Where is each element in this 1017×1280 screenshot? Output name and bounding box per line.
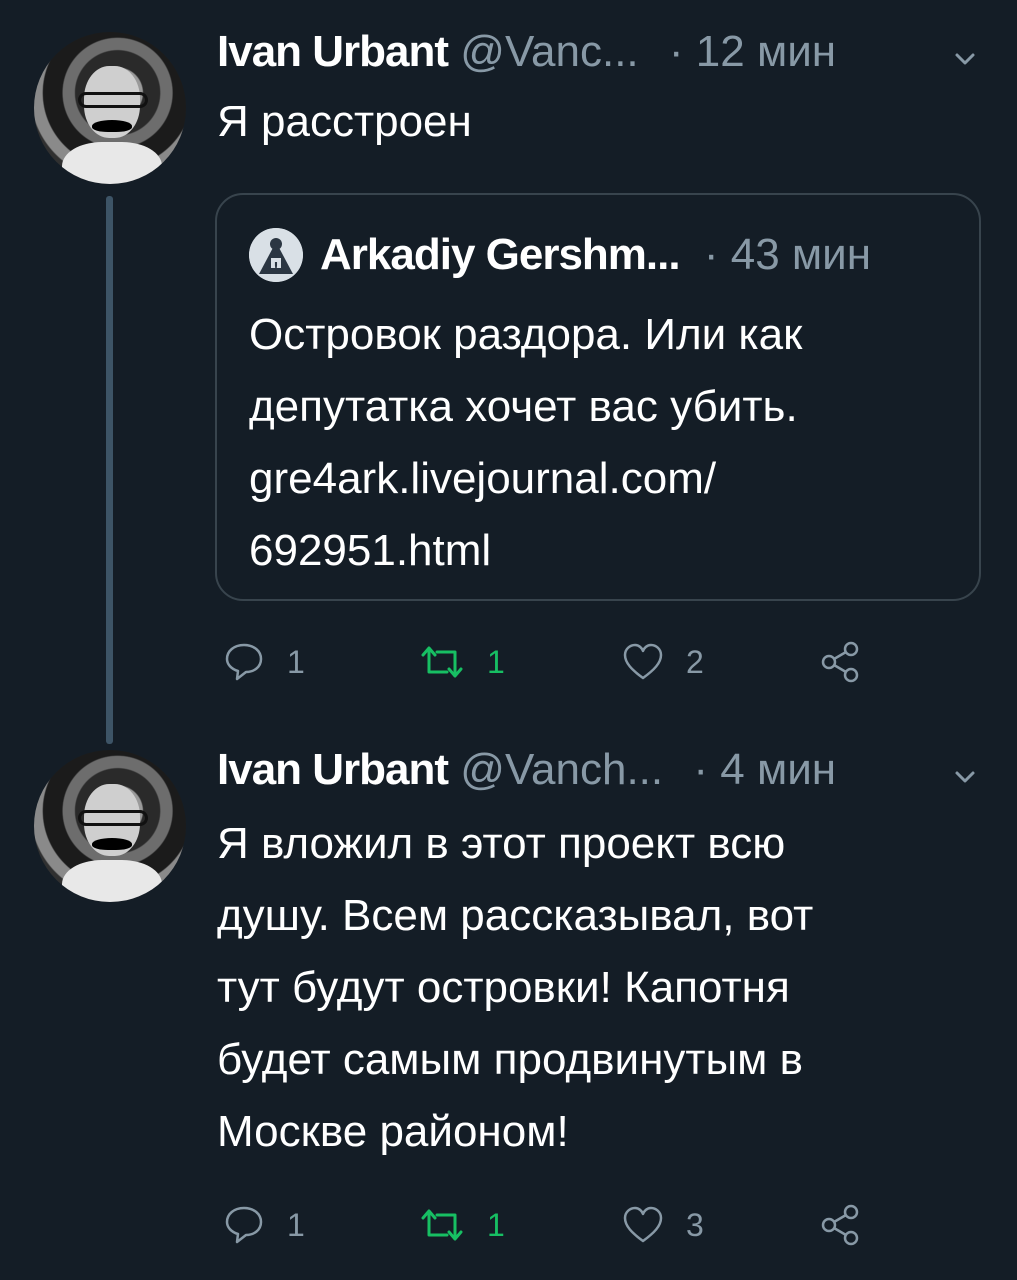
tweet-text: Я расстроен — [217, 97, 472, 146]
reply-icon — [225, 643, 263, 681]
author-handle[interactable]: @Vanch... — [460, 745, 663, 794]
quoted-author-name: Arkadiy Gershm... — [320, 230, 681, 279]
separator-dot: · — [668, 27, 684, 76]
timestamp[interactable]: 4 мин — [720, 745, 836, 794]
tweet-actions: 1 1 3 — [217, 1200, 917, 1250]
author-name[interactable]: Ivan Urbant — [217, 745, 449, 794]
tweet-text-line: тут будут островки! Капотня — [217, 963, 790, 1012]
quoted-avatar: ! — [249, 228, 303, 282]
tweet-header: Ivan Urbant @Vanch... · 4 мин — [217, 744, 836, 796]
tweet-text-line: душу. Всем рассказывал, вот — [217, 891, 814, 940]
tweet-text-line: Я вложил в этот проект всю — [217, 819, 786, 868]
quoted-text: Островок раздора. Или как депутатка хоче… — [249, 299, 969, 587]
separator-dot: · — [693, 745, 709, 794]
share-button[interactable] — [817, 637, 863, 687]
tweet-text: Я вложил в этот проект всю душу. Всем ра… — [217, 808, 977, 1168]
retweet-count: 1 — [487, 643, 505, 680]
retweet-icon — [421, 646, 463, 678]
quoted-timestamp: 43 мин — [730, 230, 872, 279]
quoted-header: Arkadiy Gershm... · 43 мин — [320, 227, 871, 283]
like-count: 3 — [686, 1206, 704, 1243]
avatar[interactable] — [34, 750, 186, 902]
reply-count: 1 — [287, 643, 305, 680]
tweet-header: Ivan Urbant @Vanc... · 12 мин — [217, 26, 836, 78]
reply-count: 1 — [287, 1206, 305, 1243]
like-icon — [623, 643, 663, 680]
like-button[interactable]: 3 — [620, 1200, 704, 1250]
thread-line — [106, 196, 113, 744]
like-icon — [623, 1206, 663, 1243]
retweet-button[interactable]: 1 — [417, 637, 505, 687]
avatar[interactable] — [34, 32, 186, 184]
share-icon — [821, 641, 859, 683]
quoted-link-line: gre4ark.livejournal.com/ — [249, 454, 717, 503]
quoted-tweet[interactable]: ! Arkadiy Gershm... · 43 мин Островок ра… — [215, 193, 981, 601]
timestamp[interactable]: 12 мин — [696, 27, 836, 76]
retweet-icon — [421, 1209, 463, 1241]
quoted-text-line: депутатка хочет вас убить. — [249, 382, 798, 431]
tweet-text-line: Москве районом! — [217, 1107, 569, 1156]
share-icon — [821, 1204, 859, 1246]
author-handle[interactable]: @Vanc... — [460, 27, 638, 76]
like-button[interactable]: 2 — [620, 637, 704, 687]
quoted-link-line: 692951.html — [249, 526, 492, 575]
separator-dot: · — [703, 230, 719, 279]
tweet-actions: 1 1 2 — [217, 637, 917, 687]
reply-icon — [225, 1206, 263, 1244]
svg-text:!: ! — [273, 260, 278, 274]
chevron-down-icon[interactable] — [954, 48, 976, 70]
chevron-down-icon[interactable] — [954, 766, 976, 788]
reply-button[interactable]: 1 — [221, 637, 305, 687]
retweet-count: 1 — [487, 1206, 505, 1243]
reply-button[interactable]: 1 — [221, 1200, 305, 1250]
like-count: 2 — [686, 643, 704, 680]
tweet-text-line: будет самым продвинутым в — [217, 1035, 804, 1084]
share-button[interactable] — [817, 1200, 863, 1250]
quoted-text-line: Островок раздора. Или как — [249, 310, 803, 359]
author-name[interactable]: Ivan Urbant — [217, 27, 449, 76]
retweet-button[interactable]: 1 — [417, 1200, 505, 1250]
